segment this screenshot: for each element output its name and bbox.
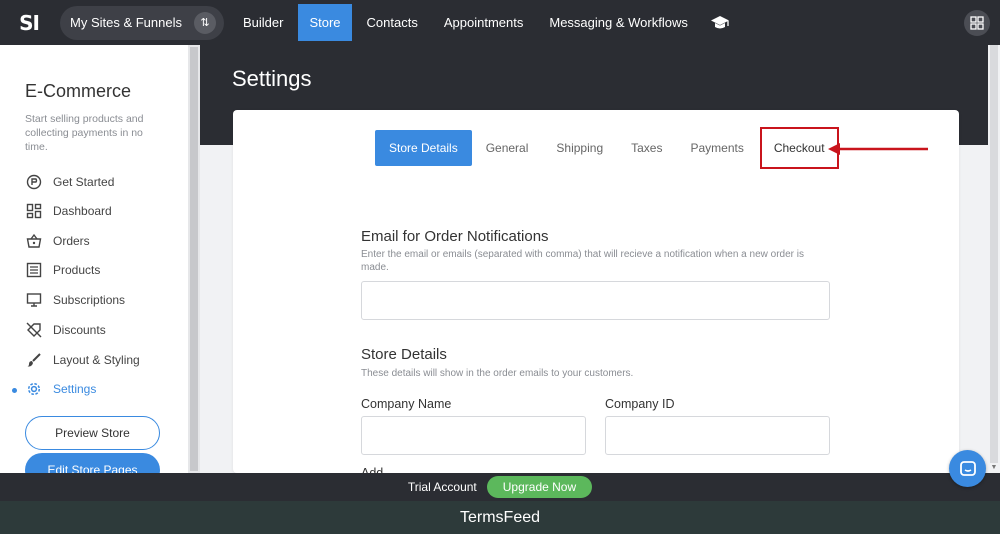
brush-icon xyxy=(25,351,43,369)
app-logo[interactable]: SI xyxy=(0,11,58,35)
company-name-label: Company Name xyxy=(361,397,452,411)
sidebar: E-Commerce Start selling products and co… xyxy=(0,45,188,473)
main-scrollbar-thumb[interactable] xyxy=(990,45,998,463)
sidebar-description: Start selling products and collecting pa… xyxy=(25,113,144,153)
sidebar-title: E-Commerce xyxy=(25,81,132,101)
sidebar-scrollbar[interactable] xyxy=(188,45,200,473)
sidebar-item-label: Dashboard xyxy=(53,204,112,218)
preview-store-button[interactable]: Preview Store xyxy=(25,416,160,450)
dashboard-icon xyxy=(25,202,43,220)
sidebar-item-discounts[interactable]: Discounts xyxy=(25,320,106,340)
trial-account-text: Trial Account xyxy=(407,480,477,494)
sidebar-item-orders[interactable]: Orders xyxy=(25,231,90,251)
tab-general[interactable]: General xyxy=(472,130,543,166)
nav-store[interactable]: Store xyxy=(298,4,352,41)
graduation-cap-icon[interactable] xyxy=(707,10,733,36)
sidebar-item-layout-styling[interactable]: Layout & Styling xyxy=(25,350,140,370)
sidebar-item-dashboard[interactable]: Dashboard xyxy=(25,201,112,221)
sidebar-item-label: Discounts xyxy=(53,323,106,337)
company-name-input[interactable] xyxy=(361,416,586,455)
sidebar-item-label: Layout & Styling xyxy=(53,353,140,367)
list-icon xyxy=(25,261,43,279)
monitor-icon xyxy=(25,291,43,309)
trial-bar: Trial Account Upgrade Now xyxy=(0,473,1000,501)
store-details-title: Store Details xyxy=(361,346,447,363)
scroll-down-icon[interactable]: ▼ xyxy=(990,463,998,473)
apps-grid-icon[interactable] xyxy=(964,10,990,36)
sidebar-item-label: Subscriptions xyxy=(53,293,126,307)
sidebar-scrollbar-thumb[interactable] xyxy=(190,47,198,471)
email-section-description: Enter the email or emails (separated wit… xyxy=(361,249,804,273)
nav-appointments[interactable]: Appointments xyxy=(433,4,535,41)
chat-widget-icon[interactable] xyxy=(949,450,986,487)
top-nav: SI My Sites & Funnels ⇅ Builder Store Co… xyxy=(0,0,1000,45)
settings-tabs: Store Details General Shipping Taxes Pay… xyxy=(375,127,839,169)
company-id-label: Company ID xyxy=(605,397,675,411)
sidebar-item-label: Orders xyxy=(53,234,90,248)
footer: TermsFeed xyxy=(0,501,1000,534)
address-label-partial: Add xyxy=(361,466,384,473)
rocket-icon xyxy=(25,173,43,191)
basket-icon xyxy=(25,232,43,250)
nav-messaging-workflows[interactable]: Messaging & Workflows xyxy=(538,4,698,41)
annotation-arrow-icon xyxy=(828,143,928,155)
swap-icon: ⇅ xyxy=(194,11,216,34)
order-notification-email-input[interactable] xyxy=(361,281,830,320)
tag-off-icon xyxy=(25,321,43,339)
main-scrollbar[interactable]: ▼ xyxy=(988,45,1000,473)
tab-shipping[interactable]: Shipping xyxy=(542,130,617,166)
active-indicator-dot xyxy=(12,388,17,393)
page-title: Settings xyxy=(232,66,312,91)
sidebar-item-products[interactable]: Products xyxy=(25,260,100,280)
nav-builder[interactable]: Builder xyxy=(232,4,294,41)
company-id-input[interactable] xyxy=(605,416,830,455)
edit-store-pages-button[interactable]: Edit Store Pages xyxy=(25,453,160,473)
tab-taxes[interactable]: Taxes xyxy=(617,130,676,166)
sidebar-item-settings[interactable]: Settings xyxy=(25,379,96,399)
tab-store-details[interactable]: Store Details xyxy=(375,130,472,166)
sidebar-item-label: Products xyxy=(53,263,101,277)
gear-icon xyxy=(25,380,43,398)
sidebar-item-label: Get Started xyxy=(53,175,115,189)
tab-payments[interactable]: Payments xyxy=(676,130,757,166)
email-section-title: Email for Order Notifications xyxy=(361,228,549,245)
nav-contacts[interactable]: Contacts xyxy=(356,4,429,41)
sidebar-item-get-started[interactable]: Get Started xyxy=(25,172,114,192)
my-sites-switcher[interactable]: My Sites & Funnels ⇅ xyxy=(60,5,224,40)
sites-label: My Sites & Funnels xyxy=(70,15,182,30)
store-details-description: These details will show in the order ema… xyxy=(361,368,634,379)
sidebar-item-subscriptions[interactable]: Subscriptions xyxy=(25,290,125,310)
upgrade-now-button[interactable]: Upgrade Now xyxy=(486,476,593,498)
sidebar-item-label: Settings xyxy=(53,382,97,396)
